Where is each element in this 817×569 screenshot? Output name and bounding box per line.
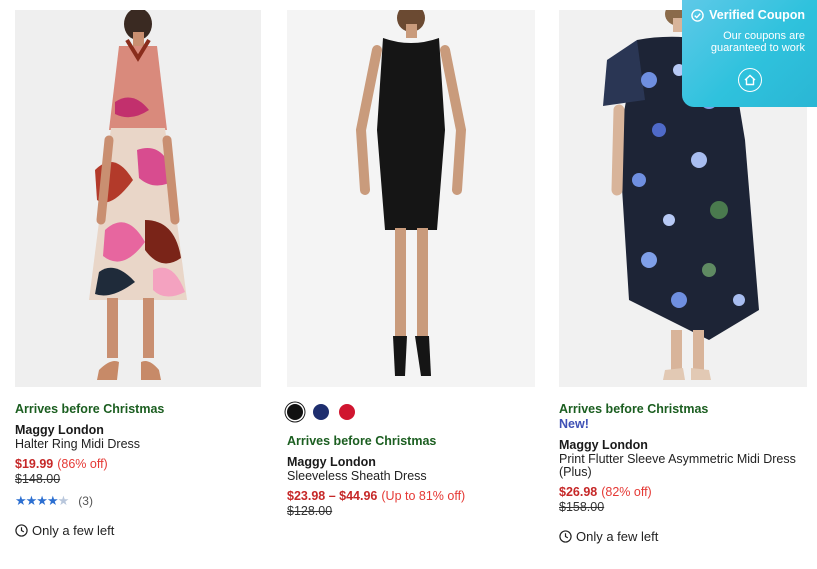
product-name[interactable]: Print Flutter Sleeve Asymmetric Midi Dre…	[559, 453, 807, 479]
product-brand[interactable]: Maggy London	[287, 455, 535, 469]
product-card[interactable]: Arrives before Christmas Maggy London Sl…	[287, 10, 535, 518]
product-image[interactable]	[287, 10, 535, 387]
discount-label: (Up to 81% off)	[381, 489, 466, 503]
original-price: $128.00	[287, 504, 333, 518]
rating-count: (3)	[78, 494, 93, 508]
clock-icon	[559, 530, 572, 543]
rating[interactable]: ★★★★★ (3)	[15, 493, 261, 509]
color-swatches	[287, 404, 535, 420]
stock-text: Only a few left	[32, 523, 115, 538]
swatch-navy[interactable]	[313, 404, 329, 420]
star-rating-icon: ★★★★★	[15, 493, 69, 508]
verified-coupon-badge[interactable]: Verified Coupon Our coupons are guarante…	[682, 0, 817, 107]
product-card[interactable]: Arrives before Christmas Maggy London Ha…	[15, 10, 261, 538]
delivery-note: Arrives before Christmas	[15, 402, 165, 416]
original-price: $158.00	[559, 500, 605, 514]
discount-label: (86% off)	[57, 457, 108, 471]
sale-price: $19.99	[15, 457, 54, 471]
coupon-header: Verified Coupon	[690, 8, 805, 22]
price-row: $26.98 (82% off)	[559, 485, 807, 499]
swatch-red[interactable]	[339, 404, 355, 420]
sale-price: $23.98 – $44.96	[287, 489, 378, 503]
clock-icon	[15, 524, 28, 537]
discount-label: (82% off)	[601, 485, 652, 499]
check-circle-icon	[691, 8, 704, 22]
price-row: $23.98 – $44.96 (Up to 81% off)	[287, 489, 535, 503]
price-row: $19.99 (86% off)	[15, 457, 261, 471]
new-badge: New!	[559, 417, 589, 431]
sale-price: $26.98	[559, 485, 598, 499]
home-icon[interactable]	[738, 68, 762, 92]
product-name[interactable]: Sleeveless Sheath Dress	[287, 470, 535, 483]
product-name[interactable]: Halter Ring Midi Dress	[15, 438, 261, 451]
delivery-note: Arrives before Christmas	[287, 434, 437, 448]
stock-status: Only a few left	[15, 523, 261, 538]
coupon-title: Verified Coupon	[709, 8, 805, 22]
original-price: $148.00	[15, 472, 61, 486]
stock-status: Only a few left	[559, 529, 807, 544]
delivery-note: Arrives before Christmas	[559, 402, 709, 416]
swatch-black[interactable]	[287, 404, 303, 420]
coupon-subtitle: Our coupons are guaranteed to work	[710, 30, 805, 54]
product-brand[interactable]: Maggy London	[559, 438, 807, 452]
stock-text: Only a few left	[576, 529, 659, 544]
product-image[interactable]	[15, 10, 261, 387]
product-brand[interactable]: Maggy London	[15, 423, 261, 437]
